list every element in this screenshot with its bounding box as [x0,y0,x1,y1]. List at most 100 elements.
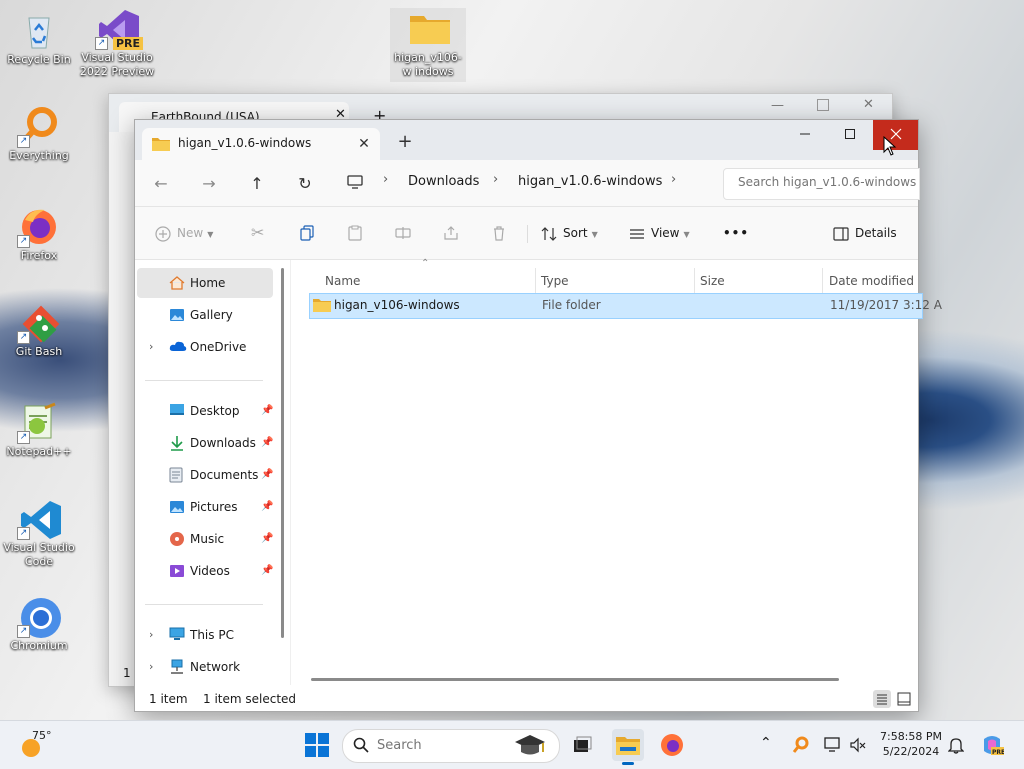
pin-icon[interactable]: 📌 [261,492,273,522]
more-options-button[interactable]: ••• [723,221,749,245]
vscode-icon: ↗ [17,498,61,540]
view-button[interactable]: View ▼ [629,221,690,245]
pin-icon[interactable]: 📌 [261,396,273,426]
up-icon[interactable]: ↑ [245,172,269,196]
details-view-button[interactable] [873,690,891,708]
rename-icon[interactable] [395,221,411,245]
desktop-icon-vscode[interactable]: ↗ Visual Studio Code [1,498,77,569]
chevron-right-icon[interactable]: › [671,172,676,187]
everything-tray-icon[interactable] [792,736,810,754]
shortcut-arrow-icon: ↗ [17,625,30,638]
sort-button[interactable]: Sort ▼ [541,221,598,245]
column-separator[interactable] [535,268,536,296]
maximize-button[interactable] [827,120,872,150]
sidebar-item-downloads[interactable]: Downloads 📌 [137,428,273,458]
taskbar-firefox[interactable] [656,729,688,761]
file-explorer-window[interactable]: higan_v1.0.6-windows ✕ + ← → ↑ ↻ › Downl… [134,119,942,712]
cut-icon[interactable]: ✂ [251,221,264,245]
documents-icon [169,467,183,483]
sidebar-item-onedrive[interactable]: › OneDrive [137,332,273,362]
sidebar-item-gallery[interactable]: Gallery [137,300,273,330]
column-header-date-modified[interactable]: Date modified [829,268,914,294]
minimize-button[interactable] [782,120,827,150]
sidebar-item-network[interactable]: › Network [137,652,273,682]
close-icon[interactable]: ✕ [863,97,874,112]
show-hidden-icons-chevron-up-icon[interactable]: ⌃ [760,735,772,751]
sidebar-item-documents[interactable]: Documents 📌 [137,460,273,490]
sidebar-item-videos[interactable]: Videos 📌 [137,556,273,586]
chevron-right-icon[interactable]: › [383,172,388,187]
table-row[interactable]: higan_v106-windows File folder 11/19/201… [309,293,942,319]
new-tab-icon[interactable]: + [393,131,417,153]
chevron-right-icon[interactable]: › [149,620,153,650]
breadcrumb-higan[interactable]: higan_v1.0.6-windows [518,174,662,189]
chevron-right-icon[interactable]: › [149,332,153,362]
folder-icon [152,137,170,151]
desktop-icon-visual-studio-preview[interactable]: PRE ↗ Visual Studio 2022 Preview [79,8,155,79]
notification-bell-icon[interactable] [948,736,964,754]
column-separator[interactable] [694,268,695,296]
sidebar-scrollbar[interactable] [281,268,284,638]
copilot-preview-icon[interactable]: PRE [980,733,1004,757]
desktop-icon-chromium[interactable]: ↗ Chromium [1,596,77,653]
forward-icon[interactable]: → [197,172,221,196]
search-box[interactable] [723,168,920,200]
details-view-icon [877,694,887,705]
sidebar-item-pictures[interactable]: Pictures 📌 [137,492,273,522]
column-header-name[interactable]: Name [325,268,360,294]
shortcut-arrow-icon: ↗ [17,527,30,540]
share-icon[interactable] [443,221,459,245]
weather-widget[interactable]: 75° [20,729,60,761]
chevron-right-icon[interactable]: › [493,172,498,187]
recycle-bin-icon [19,10,59,50]
minimize-icon[interactable]: — [771,98,784,113]
desktop-icon-higan-folder[interactable]: higan_v106-w indows [390,8,466,82]
pin-icon[interactable]: 📌 [261,428,273,458]
pin-icon[interactable]: 📌 [261,460,273,490]
desktop-icon-notepad-plus-plus[interactable]: ↗ Notepad++ [1,402,77,459]
column-separator[interactable] [822,268,823,296]
pin-icon[interactable]: 📌 [261,556,273,586]
column-header-type[interactable]: Type [541,268,569,294]
desktop-icon-git-bash[interactable]: ↗ Git Bash [1,302,77,359]
sidebar-item-label: Music [190,532,225,546]
paste-icon[interactable] [347,221,363,245]
sidebar-item-music[interactable]: Music 📌 [137,524,273,554]
sidebar-item-desktop[interactable]: Desktop 📌 [137,396,273,426]
copy-icon[interactable] [299,221,315,245]
volume-muted-icon[interactable] [849,736,867,754]
chevron-right-icon[interactable]: › [149,652,153,682]
chevron-down-icon: ▼ [683,230,690,239]
refresh-icon[interactable]: ↻ [293,172,317,196]
back-icon[interactable]: ← [149,172,173,196]
desktop-icon-recycle-bin[interactable]: Recycle Bin [1,10,77,67]
tiles-view-button[interactable] [895,690,913,708]
new-button[interactable]: New ▼ [155,221,213,245]
sort-ascending-icon: ⌃ [421,258,430,269]
network-tray-icon[interactable] [824,736,842,754]
system-clock[interactable]: 7:58:58 PM 5/22/2024 [874,729,948,759]
download-icon [169,435,185,451]
task-view-button[interactable] [566,729,598,761]
column-header-size[interactable]: Size [700,268,725,294]
monitor-icon[interactable] [347,175,363,189]
pin-icon[interactable]: 📌 [261,524,273,554]
desktop-icon-everything[interactable]: ↗ Everything [1,106,77,163]
close-tab-icon[interactable]: ✕ [354,134,374,154]
delete-icon[interactable] [491,221,507,245]
details-button[interactable]: Details [833,221,897,245]
maximize-icon[interactable] [817,99,829,111]
sidebar-item-home[interactable]: Home [137,268,273,298]
start-button[interactable] [301,729,333,761]
taskbar-search[interactable] [342,729,560,763]
desktop-icon-firefox[interactable]: ↗ Firefox [1,206,77,263]
sidebar-item-this-pc[interactable]: › This PC [137,620,273,650]
search-input[interactable] [738,175,918,189]
firefox-icon [661,734,683,756]
taskbar-search-input[interactable] [377,738,497,753]
horizontal-scrollbar[interactable] [311,678,839,681]
minimize-icon [799,133,810,135]
taskbar-file-explorer[interactable] [612,729,644,765]
tab-higan[interactable]: higan_v1.0.6-windows ✕ [142,128,380,160]
breadcrumb-downloads[interactable]: Downloads [408,174,479,189]
